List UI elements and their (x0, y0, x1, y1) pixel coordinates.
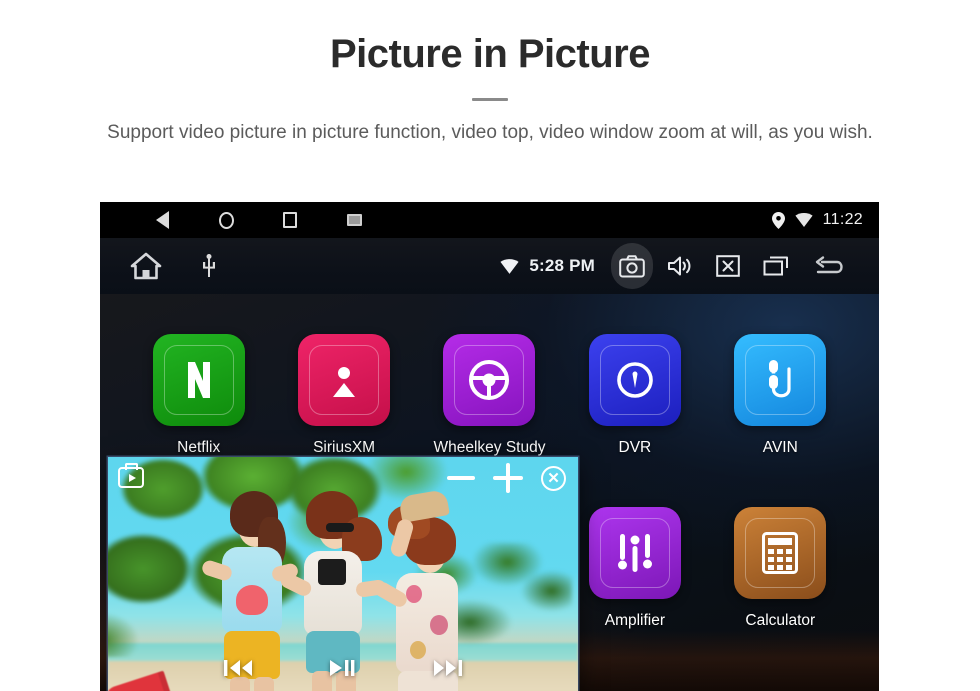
home-icon[interactable] (216, 210, 236, 230)
status-bar-nav-icons (152, 210, 364, 230)
equalizer-icon (615, 532, 655, 574)
app-label: SiriusXM (313, 439, 376, 456)
back-button[interactable] (803, 243, 857, 289)
close-box-icon (716, 255, 740, 277)
status-bar-clock: 11:22 (822, 211, 863, 228)
pip-close-button[interactable]: ✕ (541, 465, 566, 491)
app-toolbar: 5:28 PM (100, 238, 879, 294)
app-tile (443, 334, 536, 426)
app-item-calculator[interactable]: Calculator (708, 506, 853, 680)
next-track-icon[interactable] (433, 657, 463, 679)
app-label: Amplifier (604, 611, 666, 629)
camera-button[interactable] (611, 243, 653, 289)
location-pin-icon (771, 211, 785, 229)
pip-playback-controls (108, 657, 578, 679)
usb-icon[interactable] (202, 254, 216, 278)
previous-track-icon[interactable] (223, 657, 253, 679)
pip-window-controls: ✕ (447, 463, 566, 493)
app-item-avin[interactable]: AVIN (708, 334, 853, 507)
pip-zoom-in-button[interactable] (493, 463, 523, 493)
pip-zoom-out-button[interactable] (447, 476, 475, 480)
android-status-bar: 11:22 (100, 202, 879, 238)
page-subtitle: Support video picture in picture functio… (107, 122, 873, 143)
app-label: AVIN (762, 439, 798, 456)
play-pause-icon[interactable] (329, 657, 357, 679)
app-item-amplifier[interactable]: Amplifier (562, 506, 707, 680)
app-tile (152, 334, 245, 426)
app-tile (588, 334, 681, 426)
video-camera-icon[interactable] (118, 463, 144, 488)
back-icon[interactable] (152, 210, 172, 230)
page-title: Picture in Picture (330, 32, 650, 76)
toolbar-left-group (130, 252, 216, 280)
toolbar-clock: 5:28 PM (529, 256, 595, 275)
speaker-icon (668, 256, 691, 276)
calculator-icon (762, 531, 799, 574)
app-tile (734, 506, 827, 599)
wifi-icon (795, 213, 813, 227)
dvr-icon (612, 357, 658, 403)
app-tile (298, 334, 391, 426)
app-label: Wheelkey Study (433, 439, 546, 456)
avin-icon (760, 357, 800, 403)
home-screen: Netflix SiriusXM Wheelkey Study DVR AVIN… (100, 294, 879, 691)
back-arrow-icon (815, 256, 843, 274)
screenshot-icon[interactable] (344, 210, 364, 230)
siriusxm-icon (326, 361, 362, 399)
app-label: Calculator (745, 611, 816, 629)
app-item-dvr[interactable]: DVR (562, 334, 707, 507)
toolbar-right-group: 5:28 PM (500, 243, 857, 289)
wifi-icon (500, 258, 519, 274)
app-tile (588, 506, 681, 599)
status-bar-indicators: 11:22 (771, 211, 863, 229)
windows-stack-icon (763, 256, 788, 276)
home-icon[interactable] (130, 252, 162, 280)
title-divider (472, 98, 508, 101)
device-screen: 11:22 5:28 PM Netflix SiriusXM Wheelkey … (100, 202, 879, 691)
app-label: Netflix (177, 439, 221, 456)
app-label: DVR (618, 439, 652, 456)
pip-video-window[interactable]: picare ✕ (108, 457, 578, 691)
camera-icon (619, 254, 645, 277)
close-button[interactable] (707, 243, 749, 289)
netflix-icon (182, 360, 216, 400)
recents-icon[interactable] (280, 210, 300, 230)
steering-icon (468, 359, 510, 401)
app-tile (734, 334, 827, 426)
volume-button[interactable] (659, 243, 701, 289)
recents-button[interactable] (755, 243, 797, 289)
promo-header: Picture in Picture Support video picture… (0, 0, 980, 147)
